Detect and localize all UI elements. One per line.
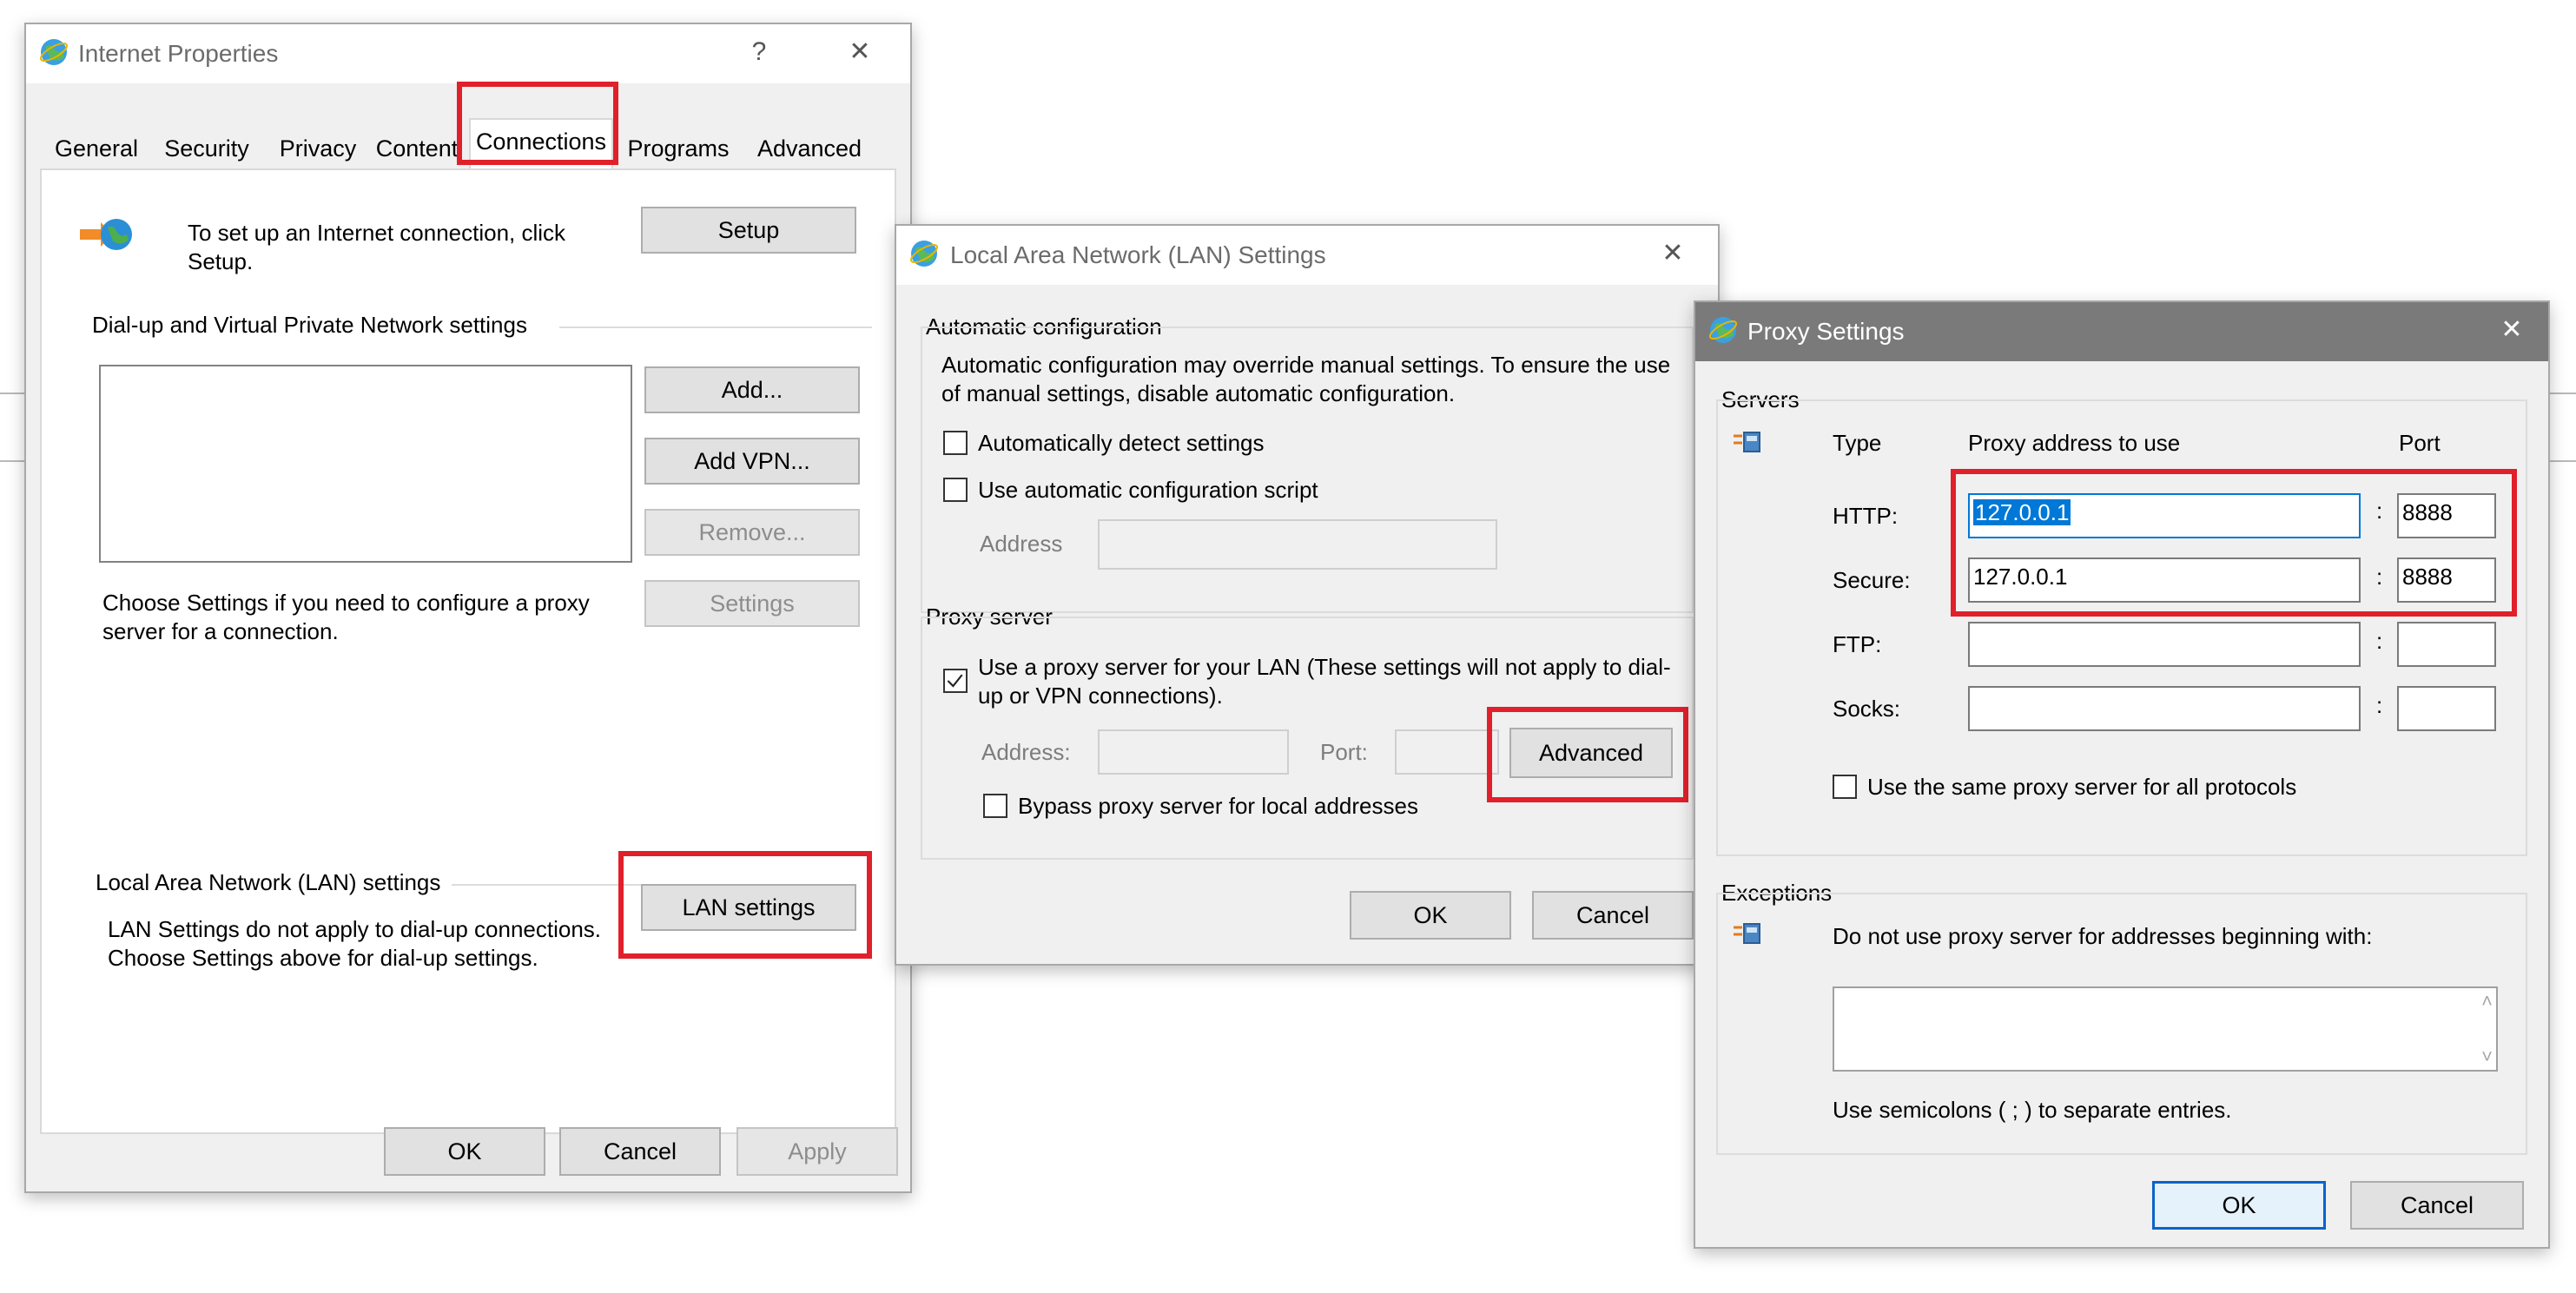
setup-button[interactable]: Setup (641, 207, 856, 254)
ok-button[interactable]: OK (1350, 891, 1511, 940)
tab-general[interactable]: General (49, 127, 144, 170)
window-title: Internet Properties (78, 40, 279, 67)
group-divider (452, 884, 660, 886)
close-icon[interactable]: ✕ (1655, 238, 1690, 269)
col-port-header: Port (2399, 430, 2441, 456)
tab-privacy[interactable]: Privacy (269, 127, 367, 170)
dialup-group-label: Dial-up and Virtual Private Network sett… (92, 312, 527, 338)
connections-list[interactable] (99, 365, 632, 563)
ftp-colon: : (2376, 628, 2383, 654)
tab-advanced[interactable]: Advanced (747, 127, 872, 170)
setup-description: To set up an Internet connection, click … (188, 220, 566, 274)
secure-port-field[interactable]: 8888 (2397, 557, 2496, 603)
close-icon[interactable]: ✕ (2494, 314, 2529, 346)
auto-script-label[interactable]: Use automatic configuration script (978, 476, 1318, 505)
internet-globe-icon (909, 241, 939, 267)
proxy-settings-window: Proxy Settings ✕ Servers Type Proxy addr… (1694, 300, 2550, 1249)
proxy-port-label: Port: (1320, 739, 1368, 765)
lan-settings-titlebar[interactable]: Local Area Network (LAN) Settings ✕ (896, 226, 1718, 285)
socks-label: Socks: (1833, 696, 1901, 722)
proxy-port-field[interactable] (1395, 729, 1499, 775)
close-icon[interactable]: ✕ (842, 36, 877, 68)
connections-pane: To set up an Internet connection, click … (40, 168, 896, 1134)
advanced-button[interactable]: Advanced (1509, 728, 1673, 778)
window-title: Local Area Network (LAN) Settings (950, 241, 1326, 268)
auto-detect-label[interactable]: Automatically detect settings (978, 429, 1265, 458)
scroll-up-icon[interactable]: ˄ (2481, 990, 2493, 1013)
same-proxy-label[interactable]: Use the same proxy server for all protoc… (1867, 773, 2296, 802)
http-address-value: 127.0.0.1 (1973, 499, 2071, 525)
lan-settings-button[interactable]: LAN settings (641, 884, 856, 931)
secure-label: Secure: (1833, 567, 1911, 593)
proxy-address-label: Address: (981, 739, 1071, 765)
auto-detect-checkbox[interactable] (943, 431, 968, 455)
internet-globe-icon (39, 39, 69, 65)
checkmark-icon (947, 674, 963, 688)
cancel-button[interactable]: Cancel (1532, 891, 1694, 940)
socks-address-field[interactable] (1968, 686, 2361, 731)
lan-settings-window: Local Area Network (LAN) Settings ✕ Auto… (895, 224, 1720, 966)
network-computer-icon (1734, 432, 1760, 452)
exceptions-hint: Use semicolons ( ; ) to separate entries… (1833, 1097, 2232, 1123)
auto-config-description: Automatic configuration may override man… (941, 352, 1671, 406)
tab-content[interactable]: Content (368, 127, 466, 170)
tab-connections[interactable]: Connections (469, 118, 613, 172)
tab-security[interactable]: Security (153, 127, 261, 170)
http-colon: : (2376, 498, 2383, 524)
remove-button[interactable]: Remove... (644, 509, 860, 556)
window-title: Proxy Settings (1747, 318, 1905, 345)
exceptions-textarea[interactable]: ˄ ˅ (1833, 986, 2498, 1072)
lan-group-label: Local Area Network (LAN) settings (96, 869, 441, 895)
network-computer-icon (1734, 923, 1760, 944)
socks-colon: : (2376, 692, 2383, 718)
ftp-label: FTP: (1833, 631, 1882, 657)
add-vpn-button[interactable]: Add VPN... (644, 438, 860, 485)
auto-script-checkbox[interactable] (943, 478, 968, 502)
bypass-local-label[interactable]: Bypass proxy server for local addresses (1018, 792, 1418, 821)
address-label: Address (980, 531, 1063, 557)
secure-colon: : (2376, 564, 2383, 590)
add-button[interactable]: Add... (644, 366, 860, 413)
http-port-field[interactable]: 8888 (2397, 493, 2496, 538)
ok-button[interactable]: OK (2152, 1181, 2326, 1230)
cancel-button[interactable]: Cancel (2350, 1181, 2524, 1230)
group-divider (559, 327, 872, 328)
scroll-down-icon[interactable]: ˅ (2481, 1046, 2493, 1068)
ftp-address-field[interactable] (1968, 622, 2361, 667)
proxy-address-field[interactable] (1098, 729, 1289, 775)
secure-address-field[interactable]: 127.0.0.1 (1968, 557, 2361, 603)
http-address-field[interactable]: 127.0.0.1 (1968, 493, 2361, 538)
exceptions-description: Do not use proxy server for addresses be… (1833, 923, 2373, 949)
col-address-header: Proxy address to use (1968, 430, 2181, 456)
use-proxy-label[interactable]: Use a proxy server for your LAN (These s… (978, 653, 1673, 710)
proxy-settings-titlebar[interactable]: Proxy Settings ✕ (1695, 302, 2548, 361)
tab-programs[interactable]: Programs (618, 127, 738, 170)
ok-button[interactable]: OK (384, 1127, 545, 1176)
ftp-port-field[interactable] (2397, 622, 2496, 667)
settings-button[interactable]: Settings (644, 580, 860, 627)
internet-globe-icon (1708, 317, 1738, 343)
internet-properties-titlebar[interactable]: Internet Properties ? ✕ (26, 24, 910, 83)
socks-port-field[interactable] (2397, 686, 2496, 731)
exceptions-value (1834, 988, 2496, 995)
col-type-header: Type (1833, 430, 1882, 456)
internet-properties-window: Internet Properties ? ✕ General Security… (24, 23, 912, 1193)
same-proxy-checkbox[interactable] (1833, 775, 1857, 799)
lan-hint: LAN Settings do not apply to dial-up con… (108, 916, 602, 971)
http-label: HTTP: (1833, 503, 1899, 529)
bypass-local-checkbox[interactable] (983, 794, 1007, 818)
use-proxy-checkbox[interactable] (943, 669, 968, 693)
help-button[interactable]: ? (742, 36, 776, 68)
auto-script-address-field[interactable] (1098, 519, 1497, 570)
connect-wizard-icon (80, 219, 132, 250)
proxy-hint: Choose Settings if you need to configure… (102, 590, 590, 644)
apply-button[interactable]: Apply (736, 1127, 898, 1176)
cancel-button[interactable]: Cancel (559, 1127, 721, 1176)
